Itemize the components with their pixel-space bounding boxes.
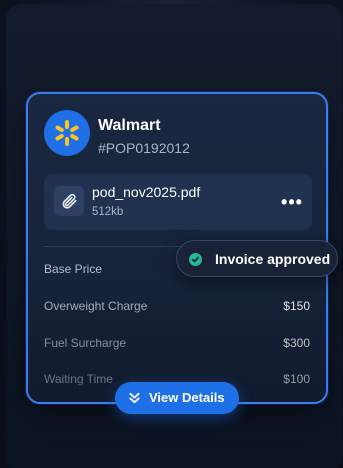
paperclip-icon	[62, 193, 77, 209]
chevrons-down-icon	[129, 392, 140, 404]
company-id: #POP0192012	[98, 140, 190, 156]
company-name: Walmart	[98, 117, 161, 134]
file-size: 512kb	[92, 206, 124, 218]
view-details-button[interactable]: View Details	[115, 382, 239, 414]
view-details-label: View Details	[149, 390, 225, 405]
charge-value: $150	[283, 299, 310, 313]
company-logo	[44, 110, 90, 156]
charge-label: Fuel Surcharge	[44, 336, 127, 350]
charge-label: Overweight Charge	[44, 299, 148, 313]
charge-row-fuel: Fuel Surcharge $300	[44, 334, 310, 354]
invoice-approved-toast: Invoice approved	[176, 240, 338, 277]
walmart-spark-icon	[55, 120, 79, 146]
charge-row-overweight: Overweight Charge $150	[44, 297, 310, 317]
toast-text: Invoice approved	[215, 251, 331, 267]
file-name: pod_nov2025.pdf	[92, 184, 201, 200]
charge-value: $300	[283, 336, 310, 350]
file-icon-wrap	[54, 186, 84, 216]
more-dots-icon[interactable]: •••	[280, 190, 304, 214]
charge-label: Base Price	[44, 262, 103, 276]
charge-label: Waiting Time	[44, 372, 113, 386]
file-attachment[interactable]: pod_nov2025.pdf 512kb •••	[44, 174, 312, 230]
check-circle-icon	[189, 253, 202, 266]
charge-value: $100	[283, 372, 310, 386]
